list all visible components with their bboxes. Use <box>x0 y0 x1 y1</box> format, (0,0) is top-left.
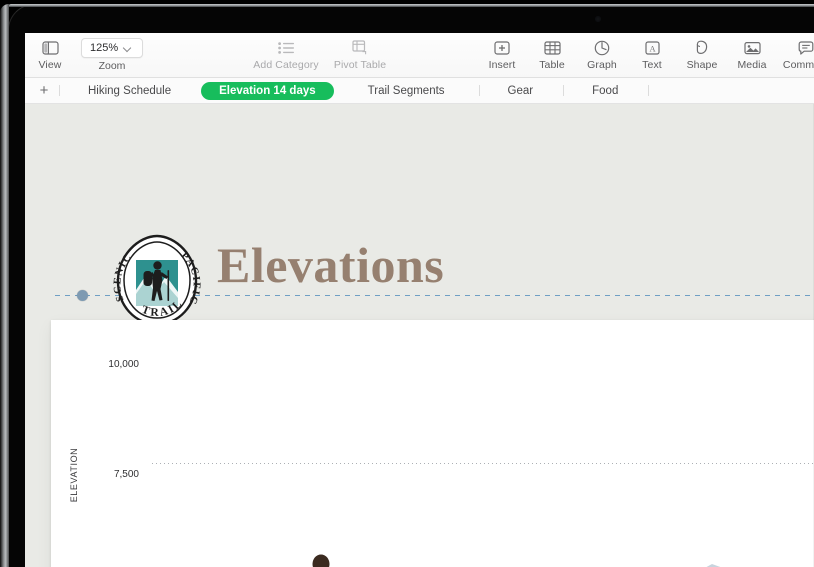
photo-icon <box>743 37 761 58</box>
chevron-down-icon <box>124 45 131 52</box>
gridline-7500 <box>152 463 814 464</box>
media-label: Media <box>737 59 767 71</box>
pivot-table-label: Pivot Table <box>333 59 387 71</box>
list-icon <box>278 37 294 58</box>
numbers-app-window: View 125% Zoom Add Category Pivot Table … <box>25 33 814 567</box>
webcam-icon <box>595 16 601 22</box>
mountain-range-image <box>706 564 721 567</box>
sheet-tab-elevation-14-days[interactable]: Elevation 14 days <box>201 81 334 100</box>
insert-button[interactable]: Insert <box>477 33 527 71</box>
pivot-table-button[interactable]: Pivot Table <box>325 33 395 71</box>
chart-plot-area <box>152 332 814 567</box>
bezel-left-edge <box>0 4 9 567</box>
toolbar-right-group: Insert Table Graph A Text Shape Media Co… <box>477 33 814 78</box>
add-category-button[interactable]: Add Category <box>247 33 325 71</box>
comment-button[interactable]: Comment <box>777 33 814 71</box>
selection-handle[interactable] <box>77 290 88 301</box>
add-sheet-button[interactable]: + <box>29 83 59 98</box>
sheet-tab-gear[interactable]: Gear <box>480 82 564 100</box>
gridline-10000 <box>152 353 814 354</box>
view-label: View <box>38 59 62 71</box>
toolbar: View 125% Zoom Add Category Pivot Table … <box>25 33 814 78</box>
text-label: Text <box>642 59 662 71</box>
hiker-figure <box>312 554 330 567</box>
sheet-tab-bar: + Hiking Schedule Elevation 14 days Trai… <box>25 78 814 104</box>
svg-text:A: A <box>649 44 655 53</box>
text-button[interactable]: A Text <box>627 33 677 71</box>
insert-icon <box>494 37 510 58</box>
laptop-screen: View 125% Zoom Add Category Pivot Table … <box>0 0 814 567</box>
shape-icon <box>694 37 710 58</box>
zoom-label: Zoom <box>98 60 126 72</box>
table-button[interactable]: Table <box>527 33 577 71</box>
shape-button[interactable]: Shape <box>677 33 727 71</box>
y-tick-7500: 7,500 <box>113 469 139 480</box>
text-box-icon: A <box>644 37 660 58</box>
table-icon <box>543 37 561 58</box>
chart-icon <box>594 37 610 58</box>
toolbar-left-group: View 125% Zoom <box>25 33 149 78</box>
media-button[interactable]: Media <box>727 33 777 71</box>
insert-label: Insert <box>488 59 516 71</box>
pivot-table-icon <box>352 37 368 58</box>
comment-icon <box>798 37 814 58</box>
sheet-tab-food[interactable]: Food <box>564 82 648 100</box>
comment-label: Comment <box>782 59 814 71</box>
bezel-top-highlight <box>8 4 814 7</box>
page-title[interactable]: Elevations <box>217 240 444 290</box>
scenic-pacific-trails-logo[interactable]: SCENIC PACIFIC TRAILS <box>106 221 204 328</box>
view-button[interactable]: View <box>25 33 75 71</box>
sheet-tab-trail-segments[interactable]: Trail Segments <box>334 82 479 100</box>
add-category-label: Add Category <box>253 59 319 71</box>
sheet-tab-hiking-schedule[interactable]: Hiking Schedule <box>60 82 201 100</box>
shape-label: Shape <box>686 59 718 71</box>
y-tick-10000: 10,000 <box>108 359 139 370</box>
zoom-control[interactable]: 125% Zoom <box>75 33 149 72</box>
toolbar-center-group: Add Category Pivot Table <box>247 33 395 78</box>
elevation-chart[interactable]: ELEVATION 10,000 7,500 5,000 <box>51 320 814 567</box>
sidebar-icon <box>41 37 59 58</box>
sheet-canvas[interactable]: SCENIC PACIFIC TRAILS Elevations ELEVATI… <box>25 104 814 567</box>
zoom-select[interactable]: 125% <box>81 38 143 58</box>
table-label: Table <box>539 59 565 71</box>
graph-button[interactable]: Graph <box>577 33 627 71</box>
graph-label: Graph <box>587 59 617 71</box>
tab-divider <box>648 85 650 96</box>
zoom-value: 125% <box>90 42 119 54</box>
